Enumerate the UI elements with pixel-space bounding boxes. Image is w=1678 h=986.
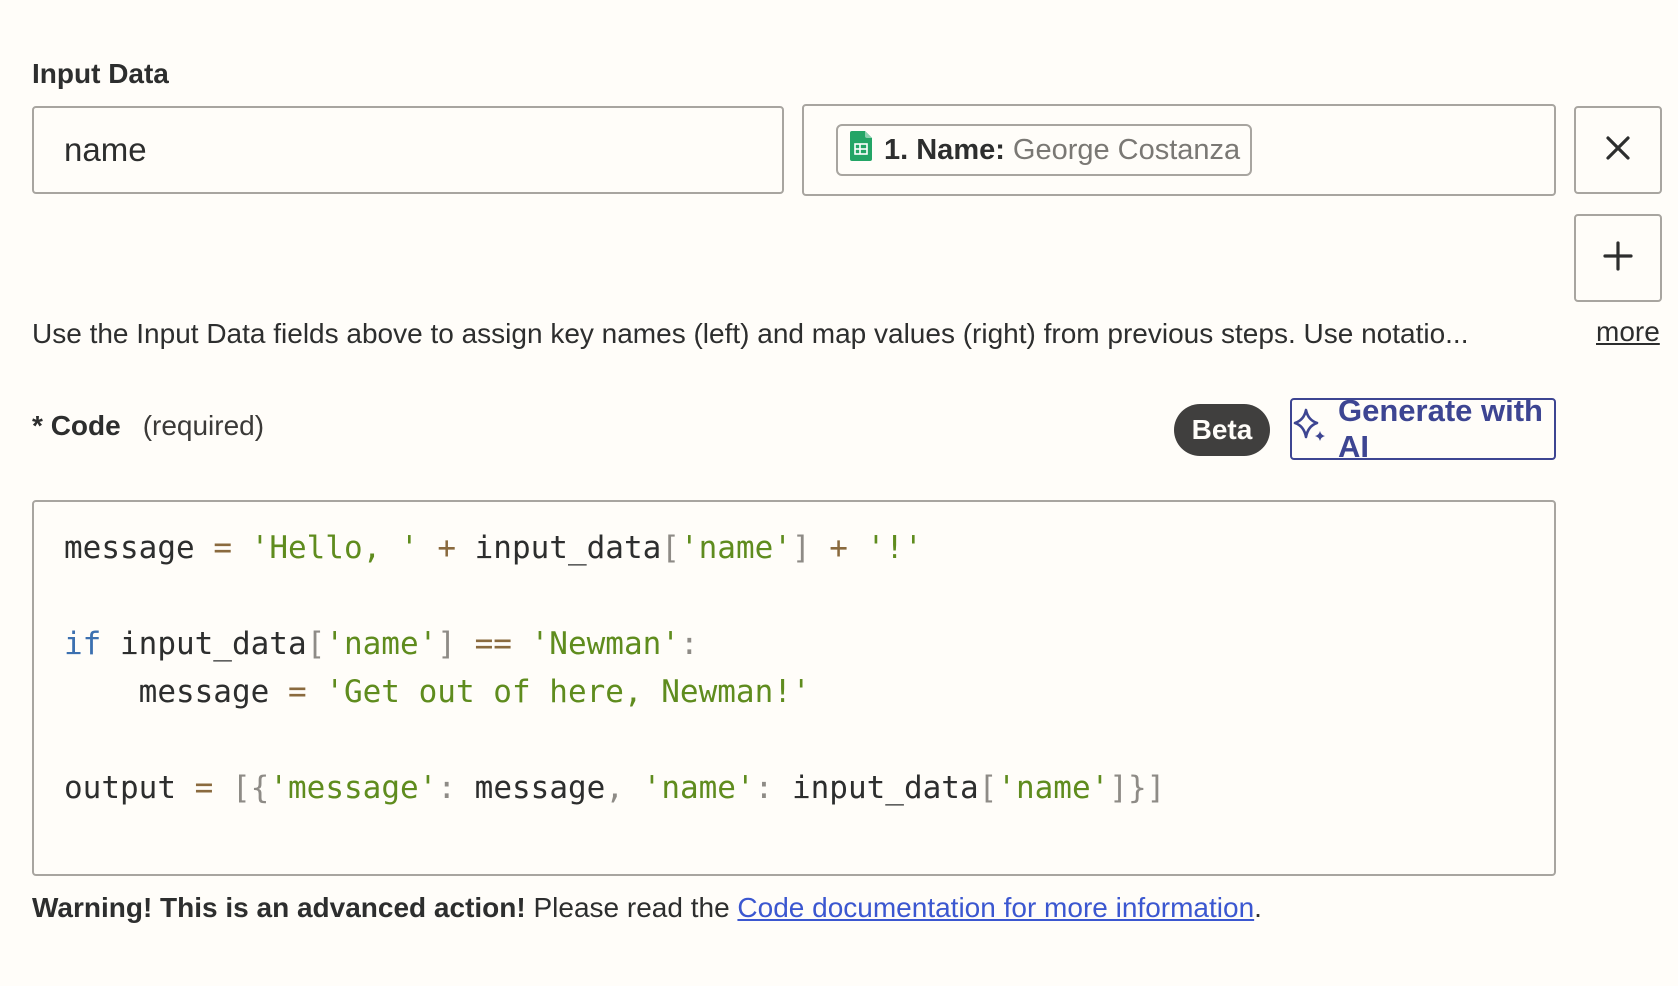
code-label: * Code (required) [32,410,264,442]
sparkle-icon [1292,407,1328,451]
input-key-value: name [64,131,147,168]
input-data-help-text: Use the Input Data fields above to assig… [32,318,1469,349]
close-icon [1605,135,1631,166]
warning-strong-text: Warning! This is an advanced action! [32,892,526,923]
plus-icon [1603,240,1633,276]
remove-field-button[interactable] [1574,106,1662,194]
code-documentation-link[interactable]: Code documentation for more information [737,892,1254,923]
input-data-label: Input Data [32,58,169,89]
required-indicator: (required) [142,410,265,441]
generate-with-ai-button[interactable]: Generate with AI [1290,393,1556,464]
code-line: if input_data['name'] == 'Newman': [64,626,699,662]
more-link[interactable]: more [1596,316,1660,348]
google-sheets-icon [850,131,872,169]
warning-text: Please read the [525,892,738,923]
input-value-field[interactable]: 1. Name: George Costanza [802,104,1556,196]
input-key-field[interactable]: name [32,106,784,194]
code-editor[interactable]: message = 'Hello, ' + input_data['name']… [32,500,1556,876]
advanced-action-warning: Warning! This is an advanced action! Ple… [32,892,1262,924]
code-label-text: Code [50,410,121,441]
code-line: message = 'Get out of here, Newman!' [64,674,811,710]
code-line: message = 'Hello, ' + input_data['name']… [64,530,923,566]
mapped-field-label: 1. Name: [884,133,1005,166]
mapped-field-value: George Costanza [1012,133,1241,166]
warning-end: . [1254,892,1262,923]
generate-with-ai-label: Generate with AI [1338,393,1543,464]
mapped-field-pill[interactable]: 1. Name: George Costanza [836,124,1253,176]
add-field-button[interactable] [1574,214,1662,302]
beta-badge: Beta [1174,404,1270,456]
code-line: output = [{'message': message, 'name': i… [64,770,1166,806]
required-asterisk: * [32,410,43,441]
